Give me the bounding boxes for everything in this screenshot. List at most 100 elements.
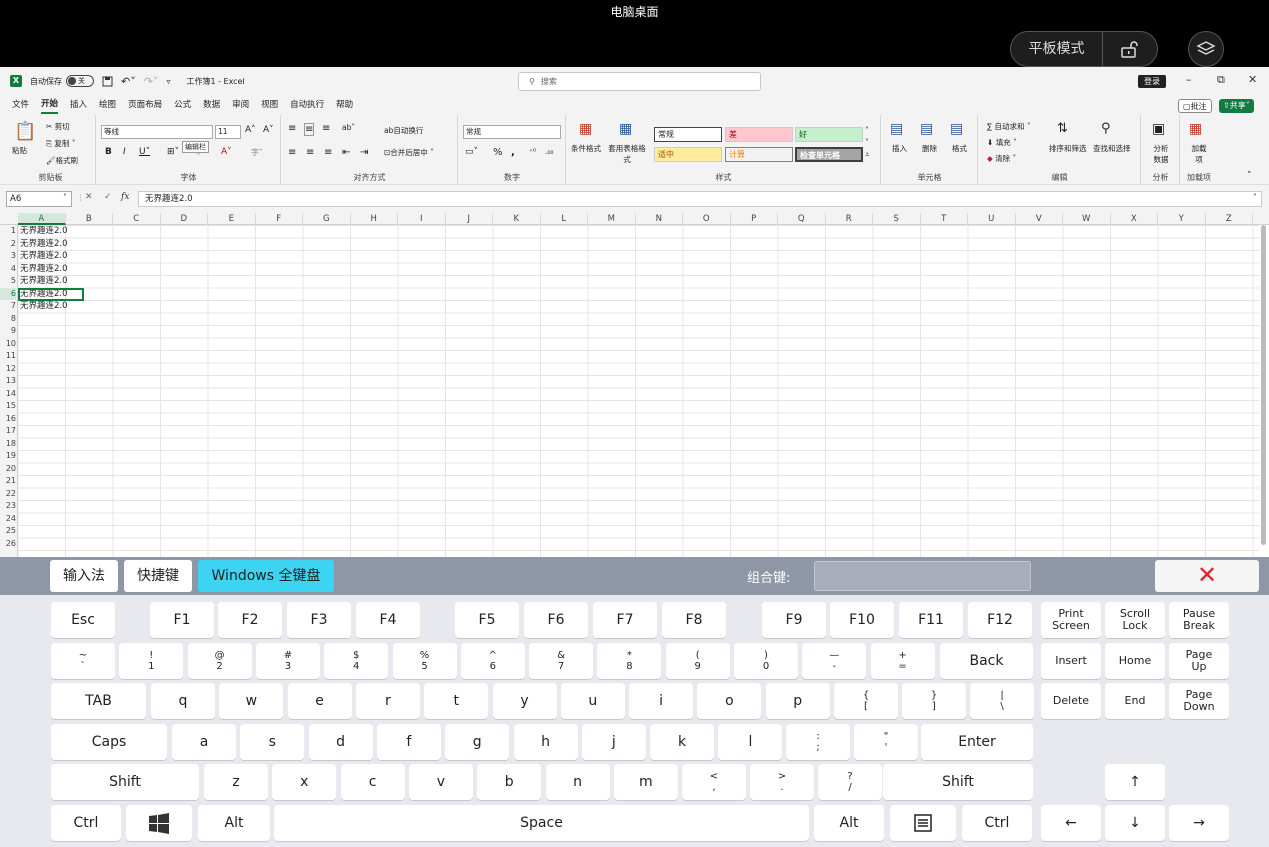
format-painter-button[interactable]: 🖌格式刷 xyxy=(46,155,78,166)
analyze-data-icon[interactable]: ▣ xyxy=(1152,121,1165,137)
delete-cells-button[interactable]: 删除 xyxy=(922,143,937,154)
key-sym4-0[interactable]: :; xyxy=(786,724,850,760)
border-icon[interactable]: ⊞˅ xyxy=(167,147,179,157)
column-header-R[interactable]: R xyxy=(826,213,873,225)
row-header-22[interactable]: 22 xyxy=(0,488,16,501)
key-num-9[interactable]: (9 xyxy=(665,643,730,679)
column-header-Y[interactable]: Y xyxy=(1158,213,1206,225)
style-calculation[interactable]: 计算 xyxy=(725,147,793,162)
key-arrow-down[interactable]: ↓ xyxy=(1105,805,1165,841)
key-esc[interactable]: Esc xyxy=(51,602,115,638)
row-header-3[interactable]: 3 xyxy=(0,250,16,263)
redo-icon[interactable]: ↷˅ xyxy=(144,75,159,88)
key-num-12[interactable]: + = xyxy=(870,643,935,679)
menu-automate[interactable]: 自动执行 xyxy=(290,95,324,115)
key-f[interactable]: f xyxy=(376,724,441,760)
key-f10[interactable]: F10 xyxy=(830,602,894,638)
increase-font-icon[interactable]: A˄ xyxy=(245,125,256,135)
share-button[interactable]: ⇪共享˅ xyxy=(1219,99,1254,113)
insert-cells-button[interactable]: 插入 xyxy=(892,143,907,154)
collapse-ribbon-icon[interactable]: ˄ xyxy=(1247,171,1252,181)
column-header-G[interactable]: G xyxy=(303,213,351,225)
row-header-23[interactable]: 23 xyxy=(0,500,16,513)
key-nav-1[interactable]: Scroll Lock xyxy=(1105,602,1165,638)
menu-key-icon[interactable] xyxy=(890,805,956,841)
key-m[interactable]: m xyxy=(613,764,678,800)
customize-qat-icon[interactable]: ▿ xyxy=(166,77,170,86)
key-f2[interactable]: F2 xyxy=(218,602,282,638)
key-sym5-2[interactable]: ? / xyxy=(818,764,882,800)
autosum-button[interactable]: ∑ 自动求和 ˅ xyxy=(987,121,1031,132)
decrease-indent-icon[interactable]: ⇤ xyxy=(342,147,350,158)
autosave[interactable]: 自动保存 关 xyxy=(30,75,94,87)
key-arrow-right[interactable]: → xyxy=(1169,805,1229,841)
row-header-10[interactable]: 10 xyxy=(0,338,16,351)
key-sym5-1[interactable]: >. xyxy=(750,764,814,800)
key-num-6[interactable]: ^ 6 xyxy=(460,643,525,679)
key-f11[interactable]: F11 xyxy=(899,602,963,638)
column-header-A[interactable]: A xyxy=(18,213,66,225)
key-nav-0[interactable]: Print Screen xyxy=(1041,602,1101,638)
menu-help[interactable]: 帮助 xyxy=(336,95,353,115)
conditional-format-button[interactable]: 条件格式 xyxy=(571,143,601,154)
row-header-15[interactable]: 15 xyxy=(0,400,16,413)
menu-file[interactable]: 文件 xyxy=(12,95,29,115)
increase-decimal-icon[interactable]: ⁺⁰ xyxy=(529,147,536,156)
column-header-K[interactable]: K xyxy=(493,213,541,225)
unlock-icon[interactable] xyxy=(1103,40,1157,58)
key-b[interactable]: b xyxy=(477,764,542,800)
cell-area[interactable]: 无界趣连2.0 无界趣连2.0 无界趣连2.0 无界趣连2.0 无界趣连2.0 无界趣连2… xyxy=(18,225,1259,557)
number-format-select[interactable]: 常规 xyxy=(463,125,561,139)
cancel-icon[interactable]: ✕ xyxy=(85,192,93,202)
key-alt-left[interactable]: Alt xyxy=(198,805,270,841)
combo-key-input[interactable] xyxy=(814,561,1031,591)
key-num-3[interactable]: #3 xyxy=(255,643,320,679)
format-as-table-button[interactable]: 套用表格格式 xyxy=(607,143,647,165)
key-o[interactable]: o xyxy=(697,683,762,719)
style-good[interactable]: 好 xyxy=(795,127,863,142)
cell-A7[interactable]: 无界趣连2.0 xyxy=(20,300,68,313)
key-s[interactable]: s xyxy=(240,724,305,760)
key-num-5[interactable]: % 5 xyxy=(392,643,457,679)
name-box-dropdown-icon[interactable]: ˅ xyxy=(63,193,67,202)
style-neutral[interactable]: 适中 xyxy=(654,147,722,162)
column-header-X[interactable]: X xyxy=(1111,213,1158,225)
key-nav2-0[interactable]: Insert xyxy=(1041,643,1101,679)
clear-button[interactable]: ◆ 清除 ˅ xyxy=(987,153,1016,164)
font-color-icon[interactable]: A˅ xyxy=(221,147,232,157)
column-header-C[interactable]: C xyxy=(113,213,161,225)
merge-center-button[interactable]: ⊡合并后居中 ˅ xyxy=(384,147,434,158)
align-middle-icon[interactable]: ≡ xyxy=(304,123,315,136)
tab-windows-full-keyboard[interactable]: Windows 全键盘 xyxy=(198,560,334,592)
menu-view[interactable]: 视图 xyxy=(261,95,278,115)
menu-page-layout[interactable]: 页面布局 xyxy=(128,95,162,115)
row-header-21[interactable]: 21 xyxy=(0,475,16,488)
key-j[interactable]: j xyxy=(581,724,646,760)
sort-filter-button[interactable]: 排序和筛选 xyxy=(1049,143,1087,154)
key-n[interactable]: n xyxy=(545,764,610,800)
key-f1[interactable]: F1 xyxy=(150,602,214,638)
key-space[interactable]: Space xyxy=(274,805,809,841)
comments-button[interactable]: ▢批注 xyxy=(1178,99,1212,113)
format-cells-button[interactable]: 格式 xyxy=(952,143,967,154)
key-f12[interactable]: F12 xyxy=(968,602,1032,638)
key-nav2-2[interactable]: Page Up xyxy=(1169,643,1229,679)
font-size-select[interactable]: 11 xyxy=(215,125,241,139)
key-y[interactable]: y xyxy=(492,683,557,719)
column-header-Z[interactable]: Z xyxy=(1206,213,1253,225)
conditional-format-icon[interactable]: ▦ xyxy=(579,121,592,137)
close-window-icon[interactable]: ✕ xyxy=(1248,73,1257,86)
key-num-2[interactable]: @2 xyxy=(187,643,252,679)
align-right-icon[interactable]: ≡ xyxy=(324,147,332,158)
row-header-20[interactable]: 20 xyxy=(0,463,16,476)
insert-cells-icon[interactable]: ▤ xyxy=(890,121,903,137)
cut-button[interactable]: ✂ 剪切 xyxy=(46,121,70,132)
key-k[interactable]: k xyxy=(650,724,715,760)
key-sym3-0[interactable]: {[ xyxy=(834,683,898,719)
analyze-data-button[interactable]: 分析数据 xyxy=(1150,143,1172,165)
column-header-J[interactable]: J xyxy=(446,213,493,225)
key-z[interactable]: z xyxy=(204,764,268,800)
key-c[interactable]: c xyxy=(340,764,405,800)
column-header-F[interactable]: F xyxy=(256,213,303,225)
column-header-I[interactable]: I xyxy=(398,213,446,225)
